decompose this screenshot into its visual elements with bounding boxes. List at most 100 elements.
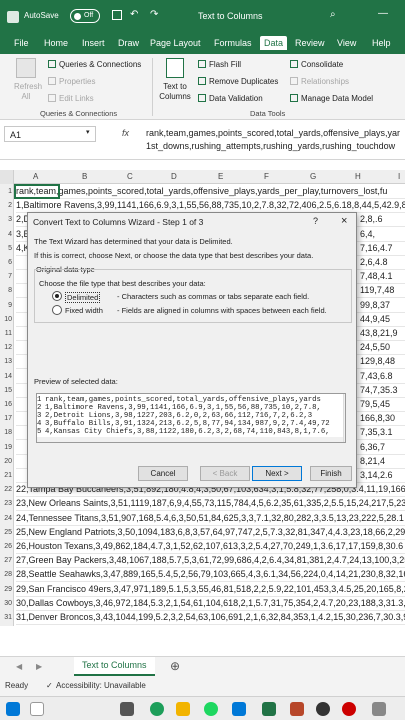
column-header-h[interactable]: H [355,172,361,181]
menu-data[interactable]: Data [260,36,288,50]
menu-file[interactable]: File [14,38,29,48]
select-all-corner[interactable] [0,170,14,184]
table-row[interactable]: 24,Tennessee Titans,3,51,907,168,5.4,6,3… [16,511,405,526]
minimize-icon[interactable]: — [378,8,388,19]
fixed-width-radio[interactable] [52,305,62,315]
sheet-tab-text-to-columns[interactable]: Text to Columns [74,657,155,676]
row-header[interactable]: 8 [0,283,14,299]
table-row[interactable]: 31,Denver Broncos,3,43,1044,199,5.2,3,2,… [16,610,405,625]
spotify-icon[interactable] [204,702,218,716]
row-header[interactable]: 9 [0,297,14,313]
name-box[interactable]: A1 [4,126,96,142]
app-extra-icon[interactable] [372,702,386,716]
row-header[interactable]: 22 [0,482,14,498]
chrome-icon[interactable] [150,702,164,716]
accessibility-status[interactable]: Accessibility: Unavailable [56,681,146,690]
menu-view[interactable]: View [337,38,356,48]
row-header[interactable]: 18 [0,425,14,441]
excel-icon[interactable] [262,702,276,716]
table-row[interactable]: 23,New Orleans Saints,3,51,1119,187,6,9,… [16,496,405,512]
row-header[interactable]: 27 [0,553,14,569]
column-header-e[interactable]: E [218,172,223,181]
cancel-button[interactable]: Cancel [138,466,188,481]
column-header-g[interactable]: G [310,172,316,181]
row-header[interactable]: 20 [0,453,14,469]
menu-formulas[interactable]: Formulas [214,38,252,48]
menu-draw[interactable]: Draw [118,38,139,48]
row-header[interactable]: 30 [0,595,14,611]
table-row[interactable]: 32,Indianapolis Colts,3,40,994,207,4.8,6… [16,624,405,626]
data-validation-button[interactable]: Data Validation [198,94,263,103]
finish-button[interactable]: Finish [310,466,352,481]
table-row[interactable]: 28,Seattle Seahawks,3,47,889,165,5.4,5,2… [16,567,405,583]
row-header[interactable]: 11 [0,326,14,341]
row-header[interactable]: 4 [0,226,14,242]
chevron-down-icon[interactable]: ▾ [86,128,90,136]
save-icon[interactable] [112,10,122,20]
row-header[interactable]: 24 [0,510,14,526]
fixed-width-label[interactable]: Fixed width [65,306,103,315]
consolidate-button[interactable]: Consolidate [290,60,343,69]
row-header[interactable]: 17 [0,411,14,427]
row-header[interactable]: 1 [0,184,14,199]
search-box-icon[interactable] [30,702,44,716]
table-row[interactable]: 30,Dallas Cowboys,3,46,972,184,5.3,2,1,5… [16,596,405,611]
next-button[interactable]: Next > [252,466,302,481]
row-header[interactable]: 10 [0,311,14,327]
column-header-f[interactable]: F [264,172,269,181]
formula-input[interactable]: rank,team,games,points_scored,total_yard… [146,127,405,153]
manage-data-model-button[interactable]: Manage Data Model [290,94,373,103]
menu-review[interactable]: Review [295,38,325,48]
row-header[interactable]: 28 [0,567,14,583]
app-icon[interactable] [316,702,330,716]
autosave-toggle[interactable]: Off [70,9,100,23]
row-header[interactable]: 25 [0,524,14,540]
table-row[interactable]: 1,Baltimore Ravens,3,99,1141,166,6.9,3,1… [16,198,405,214]
row-header[interactable]: 13 [0,354,14,370]
column-header-d[interactable]: D [171,172,177,181]
column-header-b[interactable]: B [82,172,87,181]
table-row[interactable]: 26,Houston Texans,3,49,862,184,4.7,3,1,5… [16,539,405,554]
column-header-a[interactable]: A [33,172,38,181]
text-to-columns-button[interactable]: Text to Columns [158,82,192,102]
table-row[interactable]: 27,Green Bay Packers,3,48,1067,188,5.7,5… [16,553,405,569]
row-header[interactable]: 3 [0,212,14,228]
row-header[interactable]: 29 [0,581,14,597]
redo-icon[interactable]: ↷ [150,9,158,20]
row-header[interactable]: 15 [0,382,14,398]
row-header[interactable]: 19 [0,439,14,455]
row-header[interactable]: 12 [0,340,14,356]
delimited-radio[interactable] [52,291,62,301]
scroll-right-icon[interactable]: ▶ [36,662,42,671]
menu-help[interactable]: Help [372,38,391,48]
row-header[interactable]: 26 [0,539,14,554]
row-header[interactable]: 16 [0,397,14,412]
preview-horizontal-scrollbar[interactable] [37,437,343,442]
row-header[interactable]: 2 [0,198,14,214]
windows-start-icon[interactable] [6,702,20,716]
table-row[interactable]: rank,team,games,points_scored,total_yard… [16,184,405,199]
row-header[interactable]: 32 [0,624,14,626]
scroll-left-icon[interactable]: ◀ [16,662,22,671]
flash-fill-button[interactable]: Flash Fill [198,60,241,69]
row-header[interactable]: 5 [0,240,14,256]
refresh-all-button[interactable]: Refresh All [14,82,42,102]
column-header-c[interactable]: C [127,172,133,181]
queries-connections-button[interactable]: Queries & Connections [48,60,141,69]
fx-icon[interactable]: fx [122,128,129,138]
menu-page-layout[interactable]: Page Layout [150,38,201,48]
back-button[interactable]: < Back [200,466,250,481]
menu-home[interactable]: Home [44,38,68,48]
table-row[interactable]: 29,San Francisco 49ers,3,47,971,189,5.1,… [16,582,405,597]
task-view-icon[interactable] [120,702,134,716]
row-header[interactable]: 23 [0,496,14,512]
undo-icon[interactable]: ↶ [130,9,138,20]
row-header[interactable]: 7 [0,269,14,285]
file-explorer-icon[interactable] [176,702,190,716]
remove-duplicates-button[interactable]: Remove Duplicates [198,77,278,86]
recording-icon[interactable] [342,702,356,716]
preview-vertical-scrollbar[interactable] [343,394,345,442]
search-icon[interactable]: ⌕ [330,9,336,20]
help-icon[interactable]: ? [313,216,318,226]
row-header[interactable]: 21 [0,468,14,483]
